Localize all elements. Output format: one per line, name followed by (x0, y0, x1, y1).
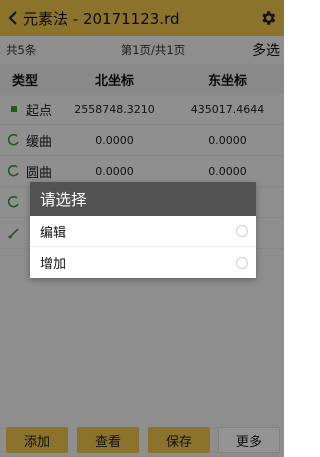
option-label: 编辑 (40, 225, 67, 241)
radio-icon[interactable] (236, 225, 248, 237)
dialog-option-add[interactable]: 增加 (30, 247, 256, 278)
radio-icon[interactable] (236, 256, 248, 269)
choice-dialog: 请选择 编辑 增加 (30, 182, 256, 278)
app-root: 元素法 - 20171123.rd 共5条 第1页/共1页 多选 类型 北坐标 … (0, 0, 284, 457)
dialog-option-edit[interactable]: 编辑 (30, 216, 256, 247)
option-label: 增加 (40, 257, 67, 272)
dialog-title: 请选择 (30, 182, 256, 216)
